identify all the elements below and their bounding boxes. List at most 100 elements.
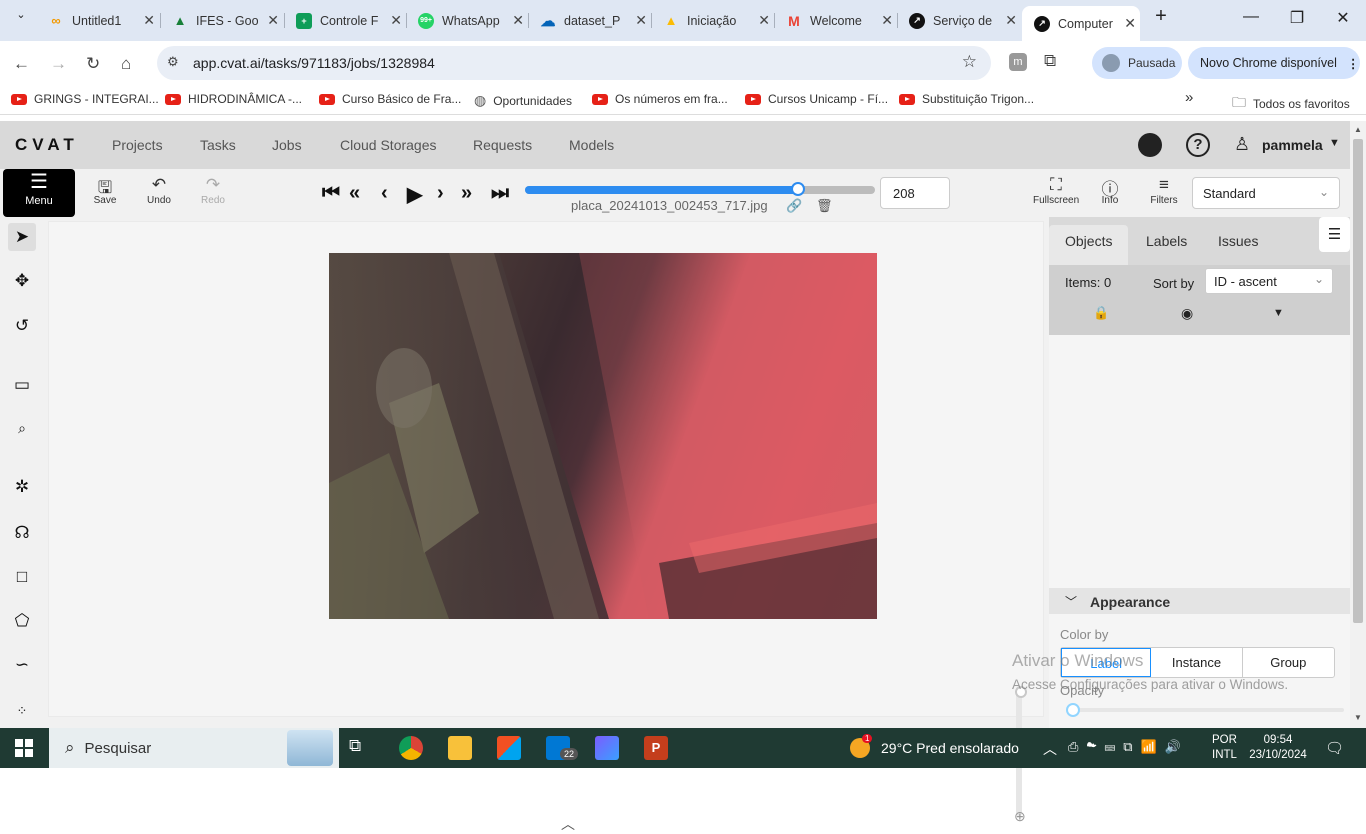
restore-icon[interactable]: ❐ — [1282, 8, 1312, 28]
forward-icon[interactable]: → — [50, 54, 67, 74]
close-tab-icon[interactable]: ✕ — [267, 12, 279, 29]
cvat-logo[interactable]: CVAT — [15, 135, 79, 155]
tab-labels[interactable]: Labels — [1146, 233, 1187, 249]
profile-paused-button[interactable]: Pausada — [1092, 47, 1182, 79]
bookmark-item[interactable]: HIDRODINÂMICA -... — [165, 92, 302, 106]
taskbar-search[interactable]: ⌕ Pesquisar — [49, 728, 339, 768]
first-frame-icon[interactable]: ⏮ — [322, 182, 340, 205]
nav-requests[interactable]: Requests — [473, 137, 532, 153]
previous-frame-icon[interactable]: ‹ — [381, 182, 388, 205]
browser-tab-5[interactable]: ☁ dataset_P ✕ — [528, 7, 651, 34]
fit-image-icon[interactable]: ▭ — [8, 371, 36, 399]
close-tab-icon[interactable]: ✕ — [881, 12, 893, 29]
delete-frame-icon[interactable]: 🗑 — [816, 198, 833, 214]
fullscreen-button[interactable]: ⛶ Fullscreen — [1033, 175, 1079, 206]
weather-icon[interactable]: 1 — [850, 734, 873, 758]
eye-hidden-icon[interactable]: ◉ — [1181, 305, 1193, 322]
close-tab-icon[interactable]: ✕ — [1005, 12, 1017, 29]
browser-tab-3[interactable]: + Controle F ✕ — [284, 7, 406, 34]
sort-select[interactable]: ID - ascent ⌄ — [1205, 268, 1333, 294]
back-icon[interactable]: ← — [13, 54, 30, 74]
frame-image[interactable] — [329, 253, 877, 619]
site-info-icon[interactable]: ⚙ — [167, 54, 179, 70]
more-menu-icon[interactable]: ⋮ — [1347, 56, 1360, 71]
extension-m-icon[interactable]: m — [1009, 53, 1027, 71]
undo-button[interactable]: ↶ Undo — [139, 175, 179, 206]
close-tab-icon[interactable]: ✕ — [143, 12, 155, 29]
nav-cloud-storages[interactable]: Cloud Storages — [340, 137, 437, 153]
bookmark-item[interactable]: GRINGS - INTEGRAI... — [11, 92, 159, 106]
clock[interactable]: 09:54 23/10/2024 — [1245, 733, 1311, 763]
nav-jobs[interactable]: Jobs — [272, 137, 302, 153]
mail-icon[interactable]: 22 — [546, 736, 579, 760]
weather-text[interactable]: 29°C Pred ensolarado — [881, 740, 1019, 756]
github-icon[interactable] — [1138, 133, 1162, 157]
bookmark-item[interactable]: Substituição Trigon... — [899, 92, 1034, 106]
save-button[interactable]: 🖫 Save — [85, 175, 125, 206]
browser-tab-active[interactable]: ↗ Computer ✕ — [1022, 6, 1140, 41]
workspace-select[interactable]: Standard ⌄ — [1192, 177, 1340, 209]
powerpoint-icon[interactable]: P — [644, 736, 668, 760]
browser-tab-8[interactable]: ↗ Serviço de ✕ — [897, 7, 1021, 34]
scroll-up-icon[interactable]: ▲ — [1354, 125, 1362, 134]
task-view-icon[interactable]: ⧉ — [349, 736, 373, 760]
rectangle-tool-icon[interactable]: □ — [8, 563, 36, 591]
collapse-panel-icon[interactable]: ☰ — [1319, 217, 1350, 252]
address-bar[interactable]: ⚙ app.cvat.ai/tasks/971183/jobs/1328984 … — [157, 46, 991, 80]
browser-tab-6[interactable]: ▲ Iniciação ✕ — [651, 7, 774, 34]
frame-slider-handle[interactable] — [791, 182, 805, 196]
store-icon[interactable] — [497, 736, 521, 760]
filters-button[interactable]: ≡ Filters — [1144, 175, 1184, 206]
tab-objects[interactable]: Objects — [1065, 233, 1112, 249]
tray-expand-icon[interactable]: ︿ — [1043, 739, 1057, 759]
opacity-slider-handle[interactable] — [1066, 703, 1080, 717]
next-frame-icon[interactable]: › — [437, 182, 444, 205]
color-by-group-option[interactable]: Group — [1243, 648, 1334, 677]
polygon-tool-icon[interactable]: ⬠ — [8, 607, 36, 635]
nav-tasks[interactable]: Tasks — [200, 137, 236, 153]
page-scrollbar[interactable]: ▲ ▼ — [1350, 121, 1366, 728]
tray-icons[interactable]: ⎙☁⌨⧉📶🔊 — [1068, 739, 1189, 755]
move-tool-icon[interactable]: ✥ — [8, 267, 36, 295]
close-tab-icon[interactable]: ✕ — [635, 12, 647, 29]
close-tab-icon[interactable]: ✕ — [758, 12, 770, 29]
close-window-icon[interactable]: ✕ — [1328, 8, 1358, 28]
help-icon[interactable]: ? — [1186, 133, 1210, 157]
magic-wand-icon[interactable]: ✲ — [8, 473, 36, 501]
language-indicator[interactable]: POR INTL — [1212, 733, 1237, 763]
appearance-header[interactable]: ﹀ Appearance — [1049, 588, 1350, 614]
chevron-up-icon[interactable]: ︿ — [561, 814, 575, 834]
points-tool-icon[interactable]: ⁘ — [8, 697, 36, 725]
browser-tab-1[interactable]: ∞ Untitled1 ✕ — [36, 7, 159, 34]
bookmarks-overflow-icon[interactable]: » — [1185, 89, 1193, 106]
caret-down-icon[interactable]: ▼ — [1273, 307, 1284, 319]
chrome-taskbar-icon[interactable] — [399, 736, 423, 760]
rotate-tool-icon[interactable]: ↺ — [8, 312, 36, 340]
minimize-icon[interactable]: — — [1236, 8, 1266, 26]
nav-projects[interactable]: Projects — [112, 137, 163, 153]
bookmark-item[interactable]: Os números em fra... — [592, 92, 728, 106]
zoom-in-icon[interactable]: ⊕ — [1014, 808, 1026, 825]
scroll-down-icon[interactable]: ▼ — [1354, 713, 1362, 722]
frame-number-input[interactable]: 208 — [880, 177, 950, 209]
close-tab-icon[interactable]: ✕ — [512, 12, 524, 29]
color-by-instance-option[interactable]: Instance — [1151, 648, 1243, 677]
chrome-update-button[interactable]: Novo Chrome disponível ⋮ — [1188, 47, 1360, 79]
cursor-tool-icon[interactable]: ➤ — [8, 223, 36, 251]
bookmark-star-icon[interactable]: ☆ — [962, 52, 977, 72]
copilot-icon[interactable] — [595, 736, 619, 760]
lock-icon[interactable]: 🔒 — [1093, 305, 1109, 321]
nav-models[interactable]: Models — [569, 137, 614, 153]
zoom-region-icon[interactable]: ⌕ — [8, 414, 36, 442]
windows-start-icon[interactable] — [15, 739, 33, 757]
browser-tab-2[interactable]: ▲ IFES - Goo ✕ — [160, 7, 283, 34]
close-tab-icon[interactable]: ✕ — [390, 12, 402, 29]
opacity-slider[interactable] — [1066, 708, 1344, 712]
user-menu-caret-icon[interactable]: ▼ — [1329, 137, 1340, 149]
bookmark-item[interactable]: Cursos Unicamp - Fí... — [745, 92, 888, 106]
notifications-icon[interactable]: 🗨 — [1325, 739, 1344, 757]
file-explorer-icon[interactable] — [448, 736, 472, 760]
copy-link-icon[interactable]: 🔗 — [786, 198, 802, 214]
tab-issues[interactable]: Issues — [1218, 233, 1258, 249]
new-tab-icon[interactable]: + — [1146, 5, 1176, 28]
